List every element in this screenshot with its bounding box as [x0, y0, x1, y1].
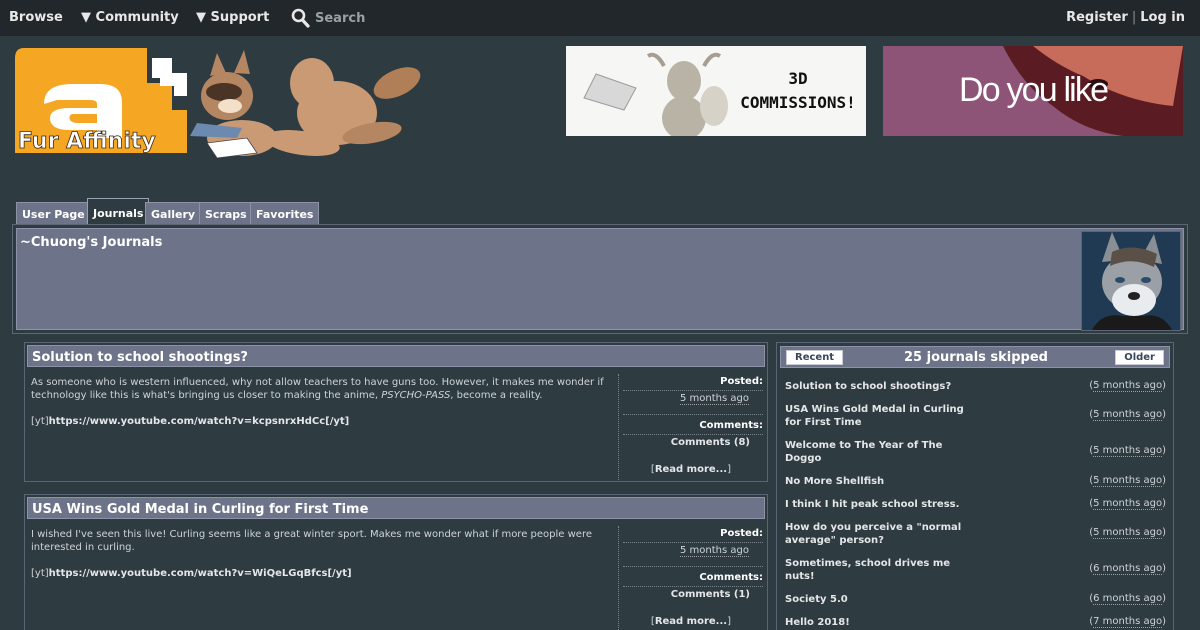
yt-link[interactable]: https://www.youtube.com/watch?v=kcpsnrxH… [49, 416, 350, 427]
banner-3d-line1: 3D [788, 69, 807, 88]
mascot-illustration [190, 50, 421, 159]
journal-list-title[interactable]: Solution to school shootings? [785, 380, 975, 393]
tab-user-page[interactable]: User Page [16, 202, 91, 224]
journal-entry: Solution to school shootings? As someone… [24, 342, 768, 482]
journal-body: I wished I've seen this live! Curling se… [31, 528, 611, 580]
posted-date: 5 months ago [680, 545, 749, 557]
journal-list-header: 25 journals skipped Recent Older [780, 346, 1170, 368]
journal-text-tail: , become a reality. [450, 390, 543, 401]
journal-list-title[interactable]: How do you perceive a "normal average" p… [785, 521, 975, 547]
journal-list-ago: (5 months ago) [1089, 380, 1166, 392]
register-link[interactable]: Register [1066, 10, 1128, 25]
journal-list-ago: (6 months ago) [1089, 593, 1166, 605]
logo-emblem: Fur Affinity [15, 48, 187, 154]
login-link[interactable]: Log in [1140, 10, 1185, 25]
journal-list-title[interactable]: Welcome to The Year of The Doggo [785, 439, 975, 465]
journal-title[interactable]: USA Wins Gold Medal in Curling for First… [27, 497, 765, 519]
avatar-image [1082, 232, 1180, 330]
page-title: ~Chuong's Journals [20, 235, 163, 250]
journal-list-title[interactable]: USA Wins Gold Medal in Curling for First… [785, 403, 975, 429]
journal-entry: USA Wins Gold Medal in Curling for First… [24, 494, 768, 630]
journals-header: ~Chuong's Journals [12, 224, 1188, 334]
site-logo[interactable]: Fur Affinity [12, 38, 427, 163]
posted-label: Posted: [720, 528, 763, 539]
journal-list-item[interactable]: Sometimes, school drives me nuts! (6 mon… [785, 557, 1166, 585]
banner-3d-line2: COMMISSIONS! [740, 93, 856, 112]
journal-list-item[interactable]: USA Wins Gold Medal in Curling for First… [785, 403, 1166, 431]
older-button[interactable]: Older [1115, 350, 1164, 365]
journal-list-item[interactable]: I think I hit peak school stress. (5 mon… [785, 498, 1166, 514]
journal-list-item[interactable]: Society 5.0 (6 months ago) [785, 593, 1166, 609]
search-input[interactable]: Search [315, 11, 365, 26]
logo-wordmark: Fur Affinity [18, 129, 156, 154]
journal-list-title[interactable]: I think I hit peak school stress. [785, 498, 975, 511]
journal-text: I wished I've seen this live! Curling se… [31, 529, 592, 553]
journal-meta: Posted: 5 months ago Comments: Comments … [618, 374, 765, 480]
comments-link[interactable]: Comments (1) [671, 589, 750, 600]
journal-list-title[interactable]: Sometimes, school drives me nuts! [785, 557, 975, 583]
journal-list-item[interactable]: How do you perceive a "normal average" p… [785, 521, 1166, 549]
journal-title[interactable]: Solution to school shootings? [27, 345, 765, 367]
comments-label: Comments: [699, 420, 763, 431]
read-more[interactable]: [Read more...] [651, 616, 731, 627]
tab-gallery[interactable]: Gallery [145, 202, 202, 224]
yt-link[interactable]: https://www.youtube.com/watch?v=WiQeLGqB… [49, 568, 352, 579]
top-nav: Browse ▼ Community ▼ Support Search Regi… [0, 0, 1200, 36]
comments-label: Comments: [699, 572, 763, 583]
read-more[interactable]: [Read more...] [651, 464, 731, 475]
avatar[interactable] [1081, 231, 1181, 331]
nav-community[interactable]: ▼ Community [81, 10, 179, 25]
journal-list-ago: (5 months ago) [1089, 409, 1166, 421]
journal-list-title[interactable]: Hello 2018! [785, 616, 975, 629]
ad-banner-do-you-like[interactable]: Do you like [883, 46, 1183, 136]
tab-journals[interactable]: Journals [87, 198, 150, 224]
journal-list-title[interactable]: No More Shellfish [785, 475, 975, 488]
posted-date: 5 months ago [680, 393, 749, 405]
journal-list-sidebar: 25 journals skipped Recent Older Solutio… [776, 342, 1174, 630]
recent-button[interactable]: Recent [786, 350, 844, 365]
journal-list-item[interactable]: Welcome to The Year of The Doggo (5 mont… [785, 439, 1166, 467]
nav-support[interactable]: ▼ Support [196, 10, 269, 25]
search-icon [291, 8, 310, 28]
journal-list-title[interactable]: Society 5.0 [785, 593, 975, 606]
journal-list-item[interactable]: No More Shellfish (5 months ago) [785, 475, 1166, 491]
journal-text-emphasis: PSYCHO-PASS [381, 390, 451, 401]
nav-separator: | [1131, 10, 1137, 25]
comments-link[interactable]: Comments (8) [671, 437, 750, 448]
yt-prefix: [yt] [31, 416, 49, 427]
posted-label: Posted: [720, 376, 763, 387]
journal-list-ago: (5 months ago) [1089, 527, 1166, 539]
ad-banner-3d-commissions[interactable]: 3D COMMISSIONS! [566, 46, 866, 136]
journal-meta: Posted: 5 months ago Comments: Comments … [618, 526, 765, 630]
tab-favorites[interactable]: Favorites [250, 202, 320, 224]
journal-body: As someone who is western influenced, wh… [31, 376, 611, 428]
journal-list-ago: (5 months ago) [1089, 475, 1166, 487]
journal-list-item[interactable]: Hello 2018! (7 months ago) [785, 616, 1166, 630]
journal-list-ago: (7 months ago) [1089, 616, 1166, 628]
journal-list-ago: (5 months ago) [1089, 498, 1166, 510]
search-box[interactable]: Search [291, 7, 365, 29]
banner-illustration-2: Do you like [883, 46, 1183, 136]
banner-do-you-like-text: Do you like [959, 71, 1111, 109]
nav-browse[interactable]: Browse [9, 10, 63, 25]
journal-list-ago: (5 months ago) [1089, 445, 1166, 457]
tab-scraps[interactable]: Scraps [199, 202, 253, 224]
banner-illustration: 3D COMMISSIONS! [566, 46, 866, 136]
yt-prefix: [yt] [31, 568, 49, 579]
journal-list-ago: (6 months ago) [1089, 563, 1166, 575]
journal-list-item[interactable]: Solution to school shootings? (5 months … [785, 380, 1166, 396]
